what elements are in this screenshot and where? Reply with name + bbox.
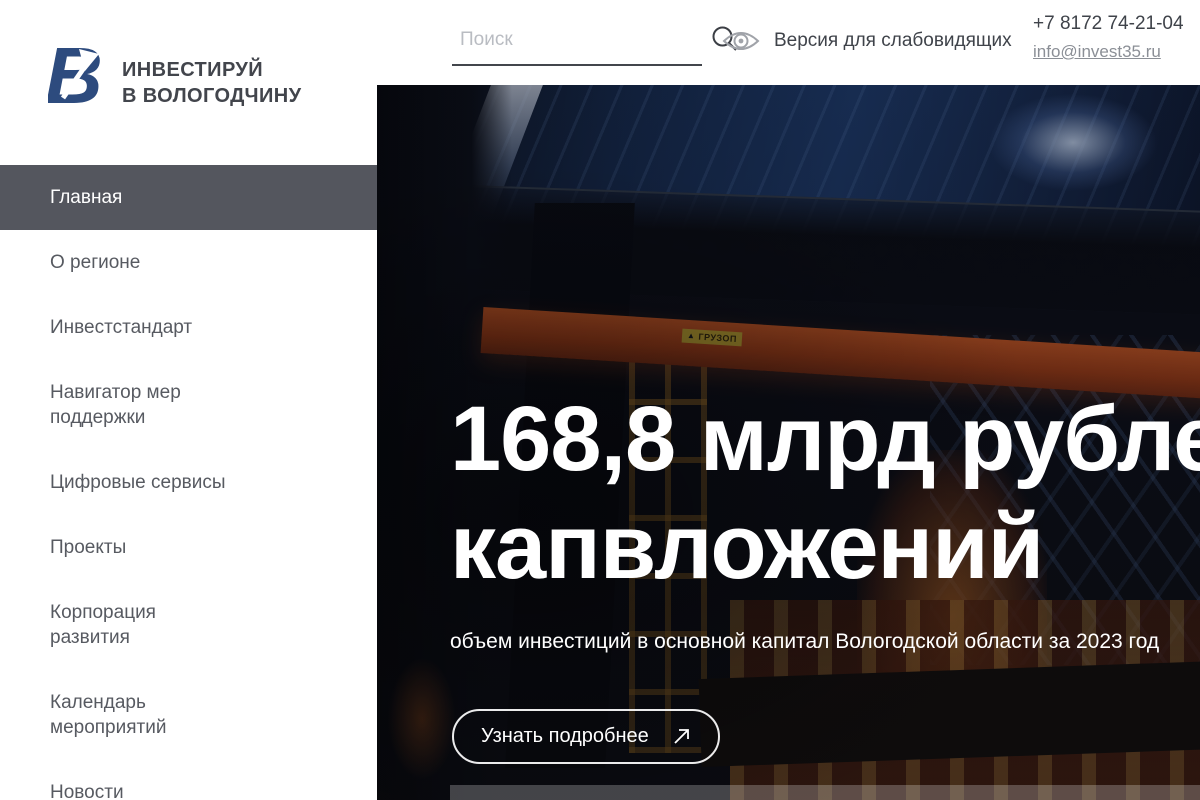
page: ▲ ГРУЗОП 168,8 млрд рублей капвложений о…	[0, 0, 1200, 800]
arrow-up-right-icon	[674, 729, 689, 744]
hero-heading-line1: 168,8 млрд рублей	[450, 388, 1200, 490]
phone-link[interactable]: +7 8172 74-21-04	[1033, 13, 1184, 35]
svg-text:В: В	[48, 34, 103, 112]
sidebar-item-about-region[interactable]: О регионе	[0, 230, 310, 295]
logo-icon: В	[45, 31, 114, 120]
email-link[interactable]: info@invest35.ru	[1033, 42, 1161, 62]
next-section-strip	[450, 785, 1200, 800]
learn-more-button[interactable]: Узнать подробнее	[452, 709, 720, 764]
hero-subtitle: объем инвестиций в основной капитал Воло…	[450, 630, 1160, 653]
learn-more-label: Узнать подробнее	[481, 725, 649, 747]
logo-title-line2: В ВОЛОГОДЧИНУ	[122, 85, 302, 107]
sidebar: В ИНВЕСТИРУЙ В ВОЛОГОДЧИНУ Главная О рег…	[0, 0, 377, 800]
eye-icon	[722, 32, 760, 50]
site-logo[interactable]: В ИНВЕСТИРУЙ В ВОЛОГОДЧИНУ	[45, 31, 301, 120]
sidebar-item-projects[interactable]: Проекты	[0, 515, 310, 580]
hero-heading: 168,8 млрд рублей капвложений	[450, 385, 1200, 601]
sidebar-item-digital-services[interactable]: Цифровые сервисы	[0, 450, 310, 515]
hero-heading-line2: капвложений	[450, 496, 1044, 598]
top-header: Версия для слабовидящих +7 8172 74-21-04…	[377, 0, 1200, 85]
logo-title-line1: ИНВЕСТИРУЙ	[122, 59, 264, 81]
header-contacts: +7 8172 74-21-04 info@invest35.ru	[1033, 13, 1184, 62]
sidebar-item-news[interactable]: Новости	[0, 760, 310, 800]
sidebar-item-development-corp[interactable]: Корпорация развития	[0, 580, 310, 670]
accessibility-version-label: Версия для слабовидящих	[774, 30, 1012, 51]
logo-title: ИНВЕСТИРУЙ В ВОЛОГОДЧИНУ	[122, 57, 301, 109]
accessibility-version-link[interactable]: Версия для слабовидящих	[721, 27, 1012, 55]
search-box	[452, 24, 737, 66]
sidebar-item-invest-standard[interactable]: Инвестстандарт	[0, 295, 310, 360]
sidebar-item-home[interactable]: Главная	[0, 165, 377, 230]
hero-image: ▲ ГРУЗОП 168,8 млрд рублей капвложений о…	[377, 85, 1200, 800]
sidebar-menu: Главная О регионе Инвестстандарт Навигат…	[0, 165, 377, 800]
search-input[interactable]	[452, 29, 711, 59]
sidebar-item-support-navigator[interactable]: Навигатор мер поддержки	[0, 360, 310, 450]
sidebar-item-events-calendar[interactable]: Календарь мероприятий	[0, 670, 310, 760]
